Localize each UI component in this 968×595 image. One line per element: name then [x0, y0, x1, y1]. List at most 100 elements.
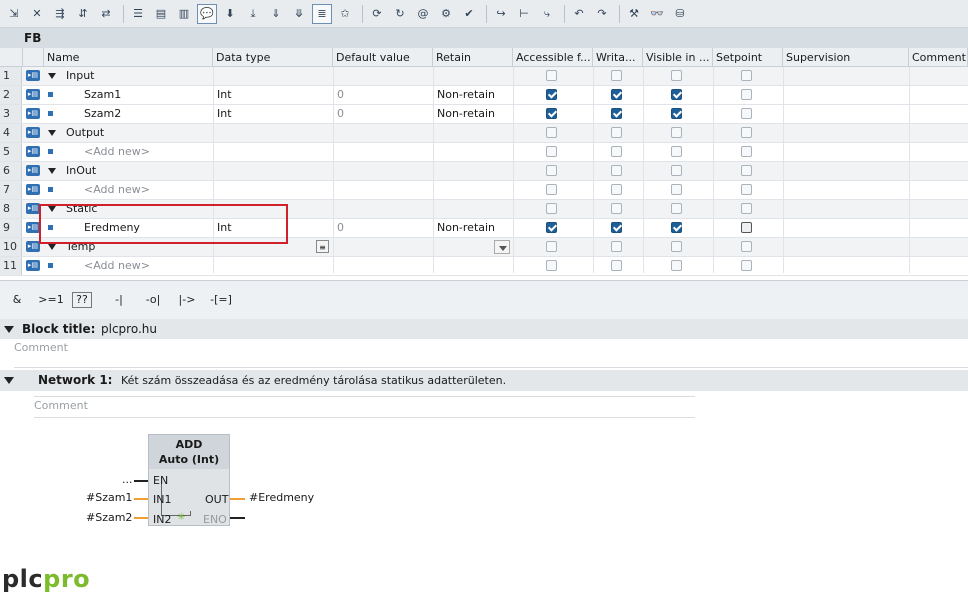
retain-cell[interactable]: Non-retain [437, 86, 511, 104]
visible-checkbox[interactable] [671, 222, 682, 233]
add-input-icon[interactable]: ✳ [177, 512, 185, 523]
variable-name[interactable]: <Add new> [84, 181, 211, 199]
default-value-cell[interactable] [337, 162, 427, 180]
visible-checkbox[interactable] [671, 70, 682, 81]
writable-checkbox[interactable] [611, 241, 622, 252]
variable-name[interactable]: Szam1 [84, 86, 211, 104]
goto-icon[interactable]: ↪ [491, 4, 511, 24]
comment-icon[interactable]: 💬 [197, 3, 217, 24]
default-value-cell[interactable]: 0 [337, 86, 427, 104]
default-value-cell[interactable] [337, 67, 427, 85]
table-row[interactable]: 1 ▸▤ Input [0, 67, 968, 86]
data-type-cell[interactable] [217, 67, 327, 85]
in2-operand[interactable]: #Szam2 [86, 511, 132, 524]
setpoint-checkbox[interactable] [741, 260, 752, 271]
window-split-icon[interactable]: ▥ [174, 4, 194, 24]
setpoint-checkbox[interactable] [741, 184, 752, 195]
network-expand-icon[interactable]: ⤋ [289, 4, 309, 24]
delete-network-icon[interactable]: ⇵ [73, 4, 93, 24]
visible-checkbox[interactable] [671, 146, 682, 157]
assignment-instr-icon[interactable]: -| [106, 289, 132, 311]
writable-checkbox[interactable] [611, 184, 622, 195]
collapse-icon[interactable] [4, 377, 14, 384]
table-row[interactable]: 6 ▸▤ InOut [0, 162, 968, 181]
refresh-all-icon[interactable]: ↻ [390, 4, 410, 24]
header-visible[interactable]: Visible in ... [643, 48, 713, 67]
accessible-checkbox[interactable] [546, 260, 557, 271]
setpoint-checkbox[interactable] [741, 203, 752, 214]
writable-checkbox[interactable] [611, 127, 622, 138]
table-row[interactable]: 7 ▸▤ <Add new> [0, 181, 968, 200]
setpoint-checkbox[interactable] [741, 70, 752, 81]
writable-checkbox[interactable] [611, 108, 622, 119]
block-comment[interactable]: Comment [14, 341, 968, 368]
data-type-cell[interactable] [217, 143, 327, 161]
setpoint-checkbox[interactable] [741, 165, 752, 176]
retain-cell[interactable] [437, 67, 511, 85]
retain-cell[interactable]: Non-retain [437, 105, 511, 123]
address-icon[interactable]: @ [413, 4, 433, 24]
visible-checkbox[interactable] [671, 127, 682, 138]
operand-icon[interactable]: ⚙ [436, 4, 456, 24]
default-value-cell[interactable] [337, 124, 427, 142]
block-down-icon[interactable]: ⤓ [243, 4, 263, 24]
retain-cell[interactable] [437, 200, 511, 218]
list-icon[interactable]: ☰ [128, 4, 148, 24]
type-picker-icon[interactable]: ≡ [316, 240, 329, 253]
header-name[interactable]: Name [44, 48, 213, 67]
setpoint-checkbox[interactable] [741, 241, 752, 252]
data-type-cell[interactable] [217, 181, 327, 199]
network-down-icon[interactable]: ⬇ [220, 4, 240, 24]
retain-cell[interactable] [437, 124, 511, 142]
step-icon[interactable]: ⊢ [514, 4, 534, 24]
header-default[interactable]: Default value [333, 48, 433, 67]
network-comment[interactable]: Comment [34, 396, 695, 418]
retain-cell[interactable] [437, 257, 511, 275]
variable-name[interactable]: <Add new> [84, 143, 211, 161]
section-name[interactable]: Input [66, 67, 211, 85]
add-box-type[interactable]: Auto (Int) [149, 452, 229, 467]
accessible-checkbox[interactable] [546, 127, 557, 138]
monitor-right-icon[interactable]: ↷ [592, 4, 612, 24]
data-type-cell[interactable] [217, 124, 327, 142]
visible-checkbox[interactable] [671, 241, 682, 252]
jump-icon[interactable]: ⤷ [537, 4, 557, 24]
visible-checkbox[interactable] [671, 165, 682, 176]
writable-checkbox[interactable] [611, 146, 622, 157]
table-row[interactable]: 3 ▸▤ Szam2 Int 0 Non-retain [0, 105, 968, 124]
default-value-cell[interactable]: 0 [337, 105, 427, 123]
branch-instr-icon[interactable]: |-> [174, 289, 200, 311]
check-icon[interactable]: ✔ [459, 4, 479, 24]
setpoint-checkbox[interactable] [741, 222, 752, 233]
block-title-value[interactable]: plcpro.hu [101, 319, 157, 339]
variable-name[interactable]: <Add new> [84, 257, 211, 275]
empty-box-instr-icon[interactable]: ?? [72, 292, 92, 308]
table-row[interactable]: 5 ▸▤ <Add new> [0, 143, 968, 162]
table-row[interactable]: 4 ▸▤ Output [0, 124, 968, 143]
retain-cell[interactable] [437, 162, 511, 180]
header-setpoint[interactable]: Setpoint [713, 48, 783, 67]
setpoint-checkbox[interactable] [741, 127, 752, 138]
refresh-icon[interactable]: ⟳ [367, 4, 387, 24]
data-type-cell[interactable] [217, 162, 327, 180]
network-down2-icon[interactable]: ⇓ [266, 4, 286, 24]
expand-icon[interactable] [48, 130, 56, 136]
and-instr-icon[interactable]: & [4, 289, 30, 311]
writable-checkbox[interactable] [611, 70, 622, 81]
window-icon[interactable]: ▤ [151, 4, 171, 24]
data-type-cell[interactable] [217, 257, 327, 275]
section-name[interactable]: InOut [66, 162, 211, 180]
setpoint-checkbox[interactable] [741, 108, 752, 119]
set-instr-icon[interactable]: -[=] [208, 289, 234, 311]
network-title[interactable]: Két szám összeadása és az eredmény tárol… [121, 370, 506, 391]
accessible-checkbox[interactable] [546, 222, 557, 233]
default-value-cell[interactable] [337, 181, 427, 199]
header-accessible[interactable]: Accessible f... [513, 48, 593, 67]
header-comment[interactable]: Comment [909, 48, 968, 67]
visible-checkbox[interactable] [671, 260, 682, 271]
visible-checkbox[interactable] [671, 203, 682, 214]
writable-checkbox[interactable] [611, 260, 622, 271]
accessible-checkbox[interactable] [546, 165, 557, 176]
out-operand[interactable]: #Eredmeny [249, 491, 314, 504]
expand-icon[interactable] [48, 73, 56, 79]
